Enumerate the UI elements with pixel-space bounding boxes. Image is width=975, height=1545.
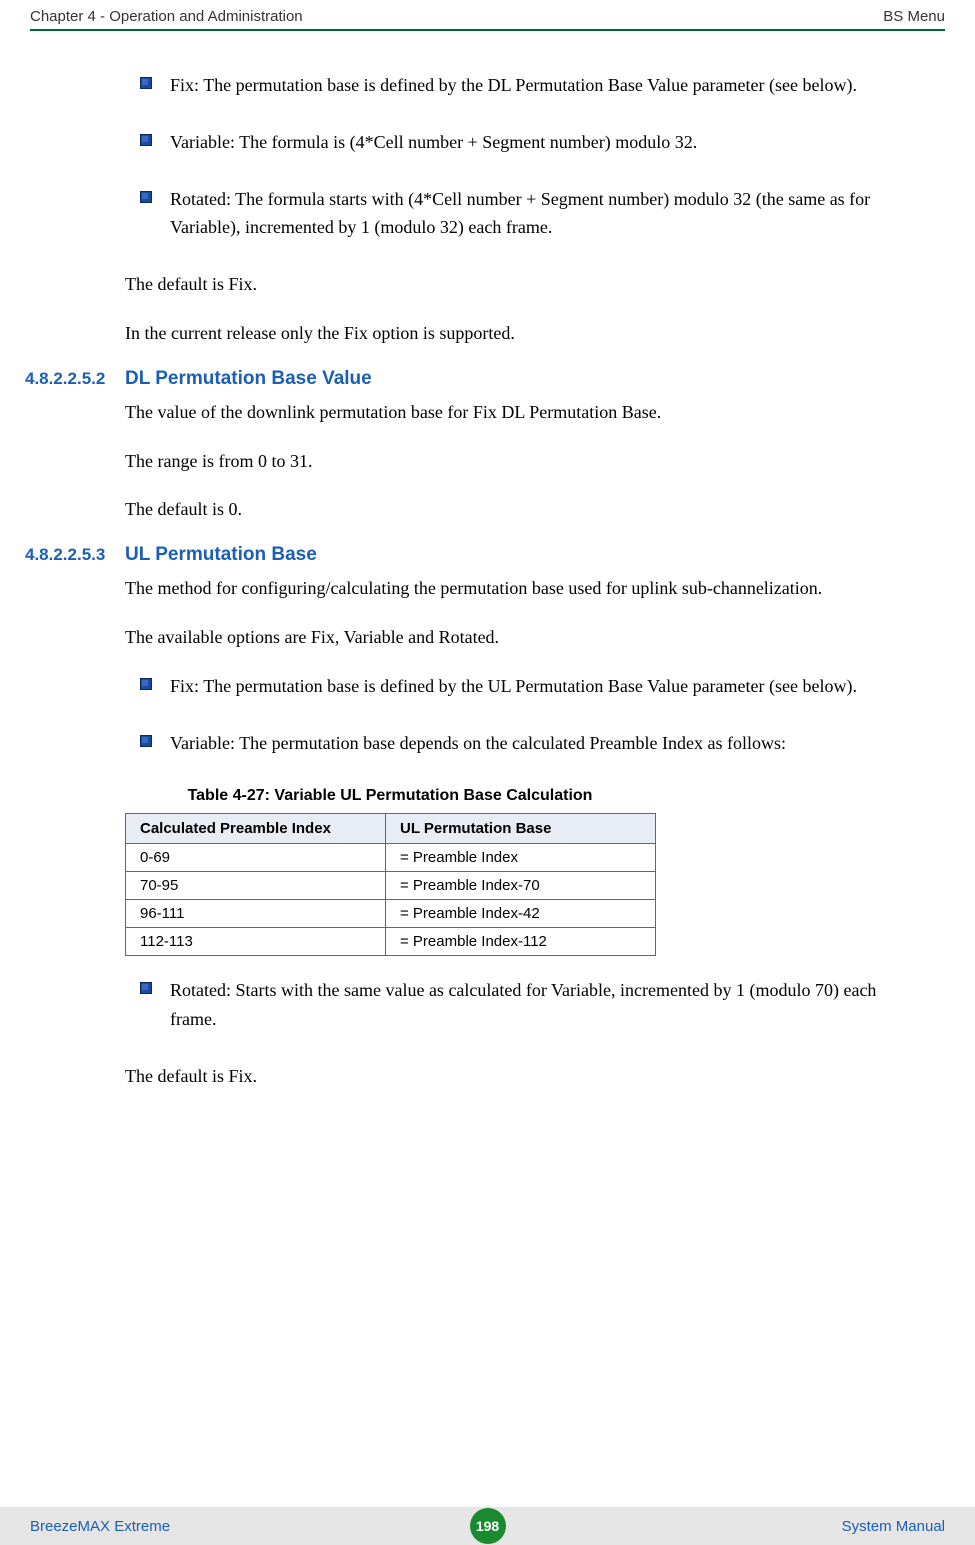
table-header: Calculated Preamble Index [126, 814, 386, 844]
paragraph: In the current release only the Fix opti… [125, 319, 920, 348]
footer-bar: BreezeMAX Extreme 198 System Manual [0, 1507, 975, 1545]
paragraph: The default is Fix. [125, 1062, 920, 1091]
table-cell: = Preamble Index-42 [386, 900, 656, 928]
header-left: Chapter 4 - Operation and Administration [30, 8, 303, 25]
square-bullet-icon [140, 982, 152, 994]
table-header-row: Calculated Preamble Index UL Permutation… [126, 814, 656, 844]
bullet-text: Variable: The permutation base depends o… [170, 729, 920, 758]
list-item: Variable: The formula is (4*Cell number … [140, 128, 920, 157]
table-cell: 96-111 [126, 900, 386, 928]
list-item: Rotated: Starts with the same value as c… [140, 976, 920, 1034]
square-bullet-icon [140, 134, 152, 146]
permutation-table: Calculated Preamble Index UL Permutation… [125, 813, 656, 956]
bullet-text: Fix: The permutation base is defined by … [170, 71, 920, 100]
paragraph: The available options are Fix, Variable … [125, 623, 920, 652]
square-bullet-icon [140, 77, 152, 89]
bullet-text: Rotated: The formula starts with (4*Cell… [170, 185, 920, 243]
table-row: 96-111 = Preamble Index-42 [126, 900, 656, 928]
bullet-text: Rotated: Starts with the same value as c… [170, 976, 920, 1034]
section-title: DL Permutation Base Value [125, 368, 372, 390]
paragraph: The default is 0. [125, 495, 920, 524]
square-bullet-icon [140, 735, 152, 747]
bullet-text: Variable: The formula is (4*Cell number … [170, 128, 920, 157]
section-title: UL Permutation Base [125, 544, 317, 566]
paragraph: The range is from 0 to 31. [125, 447, 920, 476]
table-row: 70-95 = Preamble Index-70 [126, 872, 656, 900]
paragraph: The method for configuring/calculating t… [125, 574, 920, 603]
list-item: Fix: The permutation base is defined by … [140, 672, 920, 701]
table-cell: = Preamble Index [386, 844, 656, 872]
table-cell: 112-113 [126, 928, 386, 956]
list-item: Rotated: The formula starts with (4*Cell… [140, 185, 920, 243]
table-cell: 0-69 [126, 844, 386, 872]
header-right: BS Menu [883, 8, 945, 25]
paragraph: The value of the downlink permutation ba… [125, 398, 920, 427]
list-item: Fix: The permutation base is defined by … [140, 71, 920, 100]
section-number: 4.8.2.2.5.2 [25, 369, 125, 389]
page-header: Chapter 4 - Operation and Administration… [0, 0, 975, 29]
list-item: Variable: The permutation base depends o… [140, 729, 920, 758]
table-cell: = Preamble Index-112 [386, 928, 656, 956]
table-cell: 70-95 [126, 872, 386, 900]
page-number: 198 [476, 1518, 499, 1534]
footer-right: System Manual [506, 1518, 946, 1535]
section-heading: 4.8.2.2.5.2 DL Permutation Base Value [30, 368, 920, 390]
square-bullet-icon [140, 678, 152, 690]
paragraph: The default is Fix. [125, 270, 920, 299]
main-content: Fix: The permutation base is defined by … [0, 31, 975, 1091]
page-number-badge: 198 [470, 1508, 506, 1544]
table-header: UL Permutation Base [386, 814, 656, 844]
table-row: 112-113 = Preamble Index-112 [126, 928, 656, 956]
table-row: 0-69 = Preamble Index [126, 844, 656, 872]
table-caption: Table 4-27: Variable UL Permutation Base… [125, 787, 655, 805]
section-number: 4.8.2.2.5.3 [25, 545, 125, 565]
bullet-text: Fix: The permutation base is defined by … [170, 672, 920, 701]
square-bullet-icon [140, 191, 152, 203]
footer-left: BreezeMAX Extreme [30, 1518, 470, 1535]
page-footer: BreezeMAX Extreme 198 System Manual [0, 1507, 975, 1545]
section-heading: 4.8.2.2.5.3 UL Permutation Base [30, 544, 920, 566]
table-cell: = Preamble Index-70 [386, 872, 656, 900]
